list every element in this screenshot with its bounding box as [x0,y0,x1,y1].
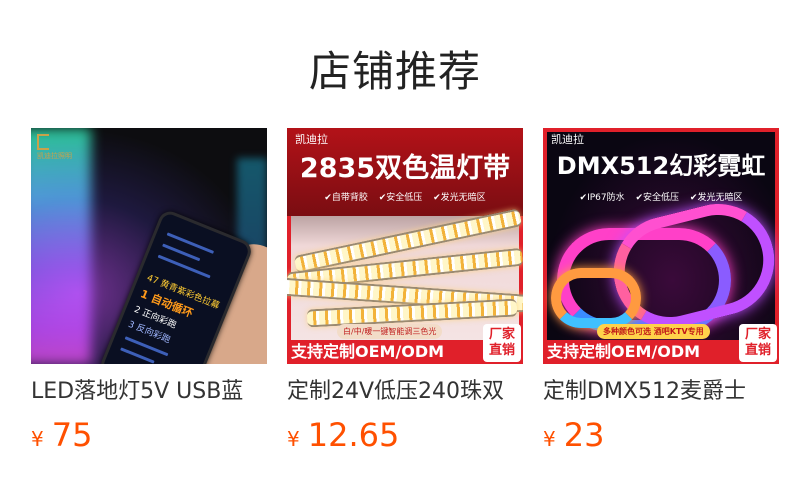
product-image[interactable]: 凯迪拉 2835双色温灯带 ✔自带背胶 ✔安全低压 ✔发光无暗区 白/中/暖一键… [287,128,523,364]
product-card-led-floor-lamp[interactable]: 凯迪拉照明 47 黄青紫彩色拉幕 1 自动循环 2 正向彩跑 3 反向彩跑 LE… [31,128,267,455]
color-temp-pill: 白/中/暖一键智能调三色光 [337,324,443,339]
feature-item: ✔自带背胶 [324,193,368,203]
product-name[interactable]: 定制DMX512麦爵士 [543,377,779,407]
oem-text: 支持定制OEM/ODM [547,342,701,361]
product-price: ¥12.65 [287,415,523,455]
feature-item: ✔发光无暗区 [689,193,743,203]
brand-label: 凯迪拉 [295,133,328,146]
feature-list: ✔IP67防水 ✔安全低压 ✔发光无暗区 [543,190,779,203]
feature-item: ✔安全低压 [635,193,680,203]
logo-mark-icon [37,134,49,150]
product-name[interactable]: LED落地灯5V USB蓝 [31,377,267,407]
neon-tube [551,268,641,328]
oem-text: 支持定制OEM/ODM [291,342,445,361]
badge-line: 直销 [488,343,515,358]
price-amount: 23 [563,416,605,454]
brand-label: 凯迪拉 [551,133,584,146]
product-image[interactable]: 凯迪拉照明 47 黄青紫彩色拉幕 1 自动循环 2 正向彩跑 3 反向彩跑 [31,128,267,364]
feature-list: ✔自带背胶 ✔安全低压 ✔发光无暗区 [287,190,523,203]
image-headline: DMX512幻彩霓虹 [556,152,766,180]
product-name[interactable]: 定制24V低压240珠双 [287,377,523,407]
section-title: 店铺推荐 [308,47,481,96]
feature-item: ✔发光无暗区 [433,193,486,203]
brand-logo: 凯迪拉照明 [37,134,72,160]
currency-symbol: ¥ [543,427,556,451]
currency-symbol: ¥ [287,427,300,451]
factory-direct-badge: 厂家 直销 [483,324,521,362]
price-amount: 75 [51,416,93,454]
product-price: ¥75 [31,415,267,455]
currency-symbol: ¥ [31,427,44,451]
shop-recommend-section: 店铺推荐 凯迪拉照明 47 黄青紫彩色拉幕 1 自动循环 2 正向彩跑 3 反向… [0,0,790,496]
factory-direct-badge: 厂家 直销 [739,324,777,362]
usage-pill: 多种颜色可选 酒吧KTV专用 [597,324,710,339]
badge-line: 直销 [744,343,771,358]
logo-text: 凯迪拉照明 [37,152,72,160]
badge-line: 厂家 [488,327,515,342]
feature-item: ✔安全低压 [378,193,423,203]
badge-line: 厂家 [744,327,771,342]
product-price: ¥23 [543,415,779,455]
product-grid: 凯迪拉照明 47 黄青紫彩色拉幕 1 自动循环 2 正向彩跑 3 反向彩跑 LE… [31,128,779,468]
product-card-2835-strip[interactable]: 凯迪拉 2835双色温灯带 ✔自带背胶 ✔安全低压 ✔发光无暗区 白/中/暖一键… [287,128,523,455]
price-amount: 12.65 [307,416,400,454]
product-card-dmx512-neon[interactable]: 凯迪拉 DMX512幻彩霓虹 ✔IP67防水 ✔安全低压 ✔发光无暗区 多种颜色… [543,128,779,455]
screen-bar [157,254,211,279]
feature-item: ✔IP67防水 [579,193,625,203]
image-headline: 2835双色温灯带 [299,153,511,184]
product-image[interactable]: 凯迪拉 DMX512幻彩霓虹 ✔IP67防水 ✔安全低压 ✔发光无暗区 多种颜色… [543,128,779,364]
screen-bar [120,347,155,364]
